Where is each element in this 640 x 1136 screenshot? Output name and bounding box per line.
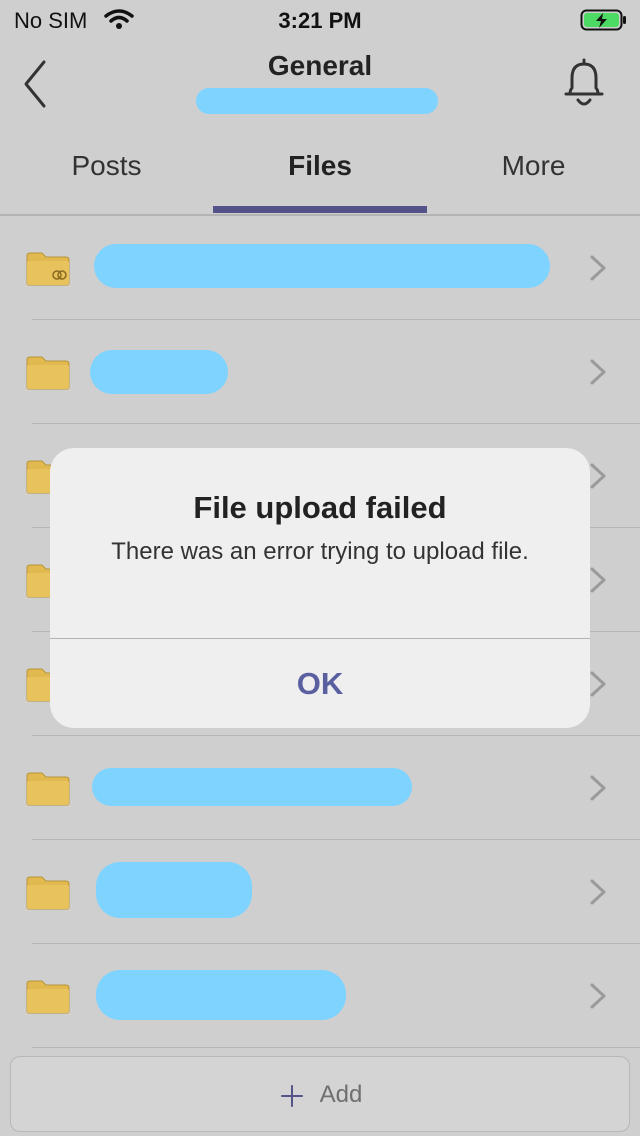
- chevron-right-icon: [590, 983, 606, 1009]
- file-name: [96, 862, 252, 918]
- chevron-right-icon: [590, 359, 606, 385]
- redacted-subtitle: [196, 88, 438, 114]
- folder-icon: [26, 876, 70, 910]
- chevron-right-icon: [590, 671, 606, 697]
- tab-bar: Posts Files More: [0, 130, 640, 216]
- file-name: [92, 768, 412, 806]
- add-label: Add: [319, 1081, 363, 1108]
- clock: 3:21 PM: [278, 8, 362, 33]
- list-item[interactable]: [0, 944, 640, 1048]
- file-name: [96, 970, 346, 1020]
- folder-icon: [26, 356, 70, 390]
- chevron-right-icon: [590, 567, 606, 593]
- shared-folder-icon: [26, 252, 70, 286]
- notifications-button[interactable]: [558, 56, 610, 112]
- list-item[interactable]: [0, 840, 640, 944]
- battery-charging-icon: [580, 9, 626, 31]
- chevron-right-icon: [590, 775, 606, 801]
- file-name: [94, 244, 550, 288]
- folder-icon: [26, 772, 70, 806]
- add-button[interactable]: Add: [10, 1056, 630, 1132]
- alert-message: There was an error trying to upload file…: [111, 538, 529, 565]
- plus-icon: [280, 1084, 303, 1107]
- chevron-right-icon: [590, 255, 606, 281]
- ok-button[interactable]: OK: [50, 639, 590, 728]
- tab-files[interactable]: Files: [213, 150, 427, 182]
- error-alert-dialog: File upload failed There was an error tr…: [50, 448, 590, 728]
- list-item[interactable]: [0, 320, 640, 424]
- channel-title: General: [267, 50, 373, 81]
- file-name: [90, 350, 228, 394]
- tab-more[interactable]: More: [427, 150, 640, 182]
- active-tab-indicator: [213, 206, 427, 213]
- chevron-right-icon: [590, 463, 606, 489]
- folder-icon: [26, 980, 70, 1014]
- chevron-right-icon: [590, 879, 606, 905]
- list-item[interactable]: [0, 216, 640, 320]
- alert-title: File upload failed: [193, 490, 447, 525]
- tab-posts[interactable]: Posts: [0, 150, 213, 182]
- bell-icon: [564, 58, 604, 106]
- list-item[interactable]: [0, 736, 640, 840]
- status-bar: No SIM 3:21 PM: [0, 0, 640, 40]
- add-button-content: Add: [11, 1081, 631, 1109]
